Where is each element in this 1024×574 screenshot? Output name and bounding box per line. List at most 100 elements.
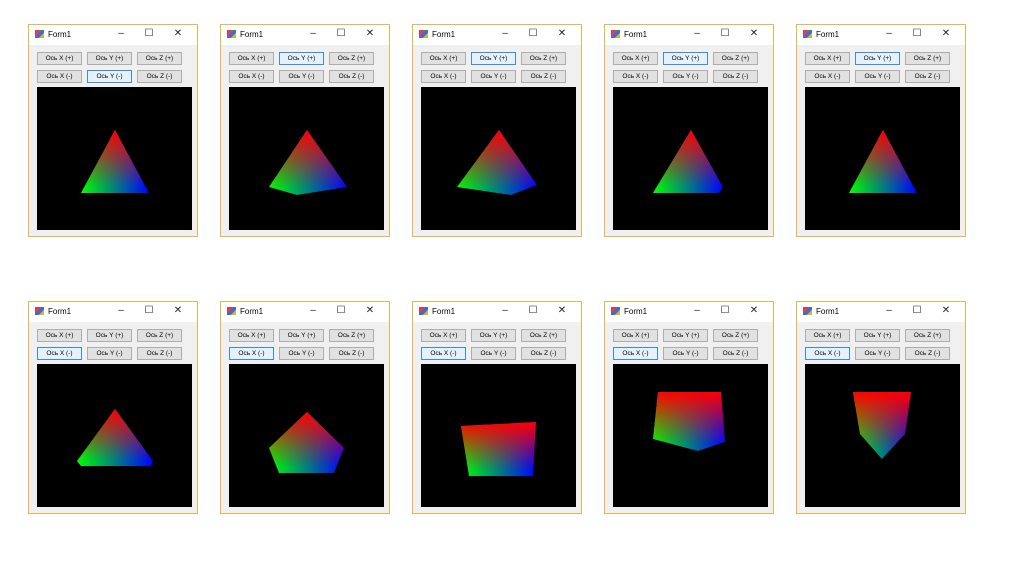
button-x-minus[interactable]: Ось X (-)	[229, 70, 274, 83]
button-z-plus[interactable]: Ось Z (+)	[713, 52, 758, 65]
button-y-plus[interactable]: Ось Y (+)	[663, 52, 708, 65]
form-window: Form1 – ☐ ✕ Ось X (+) Ось Y (+) Ось Z (+) Ос…	[28, 24, 198, 237]
maximize-button[interactable]: ☐	[718, 28, 732, 39]
button-x-minus[interactable]: Ось X (-)	[37, 70, 82, 83]
button-z-minus[interactable]: Ось Z (-)	[137, 347, 182, 360]
minimize-button[interactable]: –	[306, 28, 320, 39]
minimize-button[interactable]: –	[306, 305, 320, 316]
button-y-plus[interactable]: Ось Y (+)	[855, 52, 900, 65]
button-z-plus[interactable]: Ось Z (+)	[137, 52, 182, 65]
close-button[interactable]: ✕	[939, 28, 953, 39]
button-x-plus[interactable]: Ось X (+)	[421, 52, 466, 65]
button-y-plus[interactable]: Ось Y (+)	[87, 329, 132, 342]
button-x-minus[interactable]: Ось X (-)	[421, 347, 466, 360]
button-z-plus[interactable]: Ось Z (+)	[713, 329, 758, 342]
close-button[interactable]: ✕	[555, 305, 569, 316]
button-y-plus[interactable]: Ось Y (+)	[855, 329, 900, 342]
maximize-button[interactable]: ☐	[718, 305, 732, 316]
button-x-minus[interactable]: Ось X (-)	[805, 347, 850, 360]
button-z-minus[interactable]: Ось Z (-)	[905, 347, 950, 360]
button-z-minus[interactable]: Ось Z (-)	[329, 347, 374, 360]
button-z-minus[interactable]: Ось Z (-)	[713, 70, 758, 83]
button-x-minus[interactable]: Ось X (-)	[805, 70, 850, 83]
button-y-plus[interactable]: Ось Y (+)	[663, 329, 708, 342]
minimize-button[interactable]: –	[114, 28, 128, 39]
maximize-button[interactable]: ☐	[334, 305, 348, 316]
maximize-button[interactable]: ☐	[910, 28, 924, 39]
maximize-button[interactable]: ☐	[142, 28, 156, 39]
button-z-plus[interactable]: Ось Z (+)	[329, 52, 374, 65]
maximize-button[interactable]: ☐	[526, 28, 540, 39]
minimize-button[interactable]: –	[882, 28, 896, 39]
button-z-plus[interactable]: Ось Z (+)	[521, 52, 566, 65]
button-y-minus[interactable]: Ось Y (-)	[471, 70, 516, 83]
button-x-minus[interactable]: Ось X (-)	[421, 70, 466, 83]
window-title: Form1	[432, 30, 456, 39]
button-x-plus[interactable]: Ось X (+)	[805, 52, 850, 65]
button-x-plus[interactable]: Ось X (+)	[613, 329, 658, 342]
button-y-minus[interactable]: Ось Y (-)	[471, 347, 516, 360]
button-z-minus[interactable]: Ось Z (-)	[905, 70, 950, 83]
minimize-button[interactable]: –	[690, 305, 704, 316]
button-y-plus[interactable]: Ось Y (+)	[471, 329, 516, 342]
button-z-minus[interactable]: Ось Z (-)	[137, 70, 182, 83]
button-y-minus[interactable]: Ось Y (-)	[663, 70, 708, 83]
button-y-minus[interactable]: Ось Y (-)	[279, 347, 324, 360]
button-z-plus[interactable]: Ось Z (+)	[905, 329, 950, 342]
close-button[interactable]: ✕	[747, 305, 761, 316]
button-z-minus[interactable]: Ось Z (-)	[329, 70, 374, 83]
close-button[interactable]: ✕	[555, 28, 569, 39]
close-button[interactable]: ✕	[171, 28, 185, 39]
button-z-plus[interactable]: Ось Z (+)	[137, 329, 182, 342]
window-title: Form1	[624, 307, 648, 316]
button-z-minus[interactable]: Ось Z (-)	[713, 347, 758, 360]
maximize-button[interactable]: ☐	[334, 28, 348, 39]
button-x-plus[interactable]: Ось X (+)	[229, 329, 274, 342]
button-y-plus[interactable]: Ось Y (+)	[279, 52, 324, 65]
maximize-button[interactable]: ☐	[142, 305, 156, 316]
pyramid-shape-shading	[849, 130, 917, 193]
close-button[interactable]: ✕	[363, 305, 377, 316]
close-button[interactable]: ✕	[747, 28, 761, 39]
pyramid-shape-shading	[853, 392, 911, 459]
maximize-button[interactable]: ☐	[526, 305, 540, 316]
button-y-plus[interactable]: Ось Y (+)	[471, 52, 516, 65]
button-z-plus[interactable]: Ось Z (+)	[329, 329, 374, 342]
button-x-plus[interactable]: Ось X (+)	[229, 52, 274, 65]
button-x-minus[interactable]: Ось X (-)	[613, 347, 658, 360]
button-x-minus[interactable]: Ось X (-)	[37, 347, 82, 360]
button-z-minus[interactable]: Ось Z (-)	[521, 347, 566, 360]
close-button[interactable]: ✕	[939, 305, 953, 316]
button-x-minus[interactable]: Ось X (-)	[613, 70, 658, 83]
button-y-minus[interactable]: Ось Y (-)	[855, 70, 900, 83]
button-x-minus[interactable]: Ось X (-)	[229, 347, 274, 360]
button-x-plus[interactable]: Ось X (+)	[421, 329, 466, 342]
minimize-button[interactable]: –	[882, 305, 896, 316]
render-canvas	[613, 87, 768, 230]
button-y-plus[interactable]: Ось Y (+)	[279, 329, 324, 342]
button-y-minus[interactable]: Ось Y (-)	[87, 70, 132, 83]
close-button[interactable]: ✕	[363, 28, 377, 39]
minimize-button[interactable]: –	[498, 28, 512, 39]
window-title: Form1	[48, 30, 72, 39]
button-z-minus[interactable]: Ось Z (-)	[521, 70, 566, 83]
button-z-plus[interactable]: Ось Z (+)	[521, 329, 566, 342]
window-title: Form1	[240, 307, 264, 316]
button-y-minus[interactable]: Ось Y (-)	[663, 347, 708, 360]
form-window: Form1 – ☐ ✕ Ось X (+) Ось Y (+) Ось Z (+) Ос…	[604, 24, 774, 237]
minimize-button[interactable]: –	[498, 305, 512, 316]
button-x-plus[interactable]: Ось X (+)	[37, 52, 82, 65]
close-button[interactable]: ✕	[171, 305, 185, 316]
minimize-button[interactable]: –	[690, 28, 704, 39]
button-y-plus[interactable]: Ось Y (+)	[87, 52, 132, 65]
button-x-plus[interactable]: Ось X (+)	[805, 329, 850, 342]
maximize-button[interactable]: ☐	[910, 305, 924, 316]
button-y-minus[interactable]: Ось Y (-)	[279, 70, 324, 83]
button-y-minus[interactable]: Ось Y (-)	[855, 347, 900, 360]
button-x-plus[interactable]: Ось X (+)	[37, 329, 82, 342]
button-y-minus[interactable]: Ось Y (-)	[87, 347, 132, 360]
button-z-plus[interactable]: Ось Z (+)	[905, 52, 950, 65]
button-x-plus[interactable]: Ось X (+)	[613, 52, 658, 65]
app-icon	[611, 307, 620, 315]
minimize-button[interactable]: –	[114, 305, 128, 316]
